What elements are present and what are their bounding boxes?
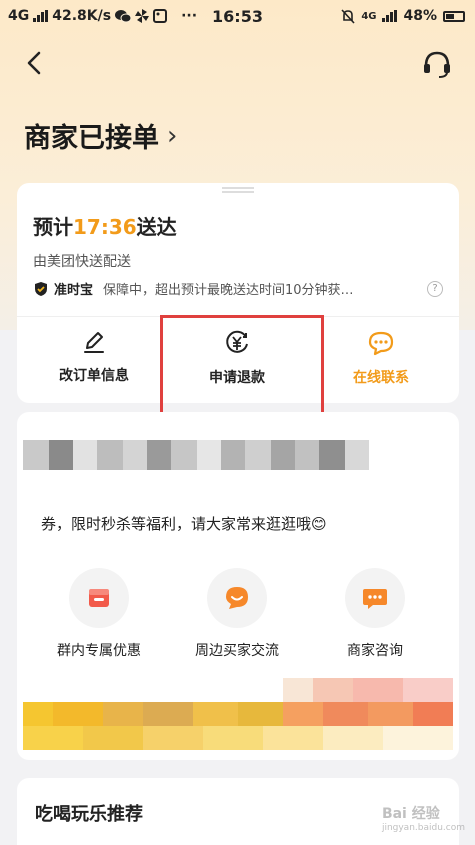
eta-text: 预计17:36送达 — [33, 211, 177, 240]
notice-mask — [41, 498, 341, 512]
online-contact-button[interactable]: 在线联系 — [311, 329, 451, 387]
signal-icon-right — [382, 10, 398, 22]
watermark-text: Bai 经验 — [381, 806, 440, 822]
mute-bell-icon — [341, 8, 355, 24]
blurred-banner — [23, 678, 453, 750]
shield-check-icon — [35, 281, 47, 296]
carrier-text: 由美团快送配送 — [33, 254, 131, 270]
back-arrow-icon[interactable] — [22, 50, 48, 76]
battery-icon — [443, 10, 465, 22]
message-dots-icon — [363, 589, 387, 609]
group-coupon-button[interactable]: 群内专属优惠 — [29, 568, 169, 660]
watermark-logo: Bai 经验 jingyan.baidu.com — [382, 803, 465, 833]
notice-text: 券，限时秒杀等福利，请大家常来逛逛哦😊 — [41, 515, 327, 533]
group-coupon-label: 群内专属优惠 — [57, 643, 141, 659]
coupon-circle — [69, 568, 129, 628]
status-right: 4G 48% — [341, 8, 465, 24]
eta-prefix: 预计 — [33, 215, 73, 239]
guarantee-description: 保障中，超出预计最晚送达时间10分钟获… — [103, 283, 354, 298]
guarantee-brand: 准时宝 — [54, 283, 94, 298]
network-type-right: 4G — [361, 10, 377, 22]
recommend-title: 吃喝玩乐推荐 — [35, 804, 143, 825]
watermark-subtext: jingyan.baidu.com — [381, 823, 465, 833]
edit-order-label: 改订单信息 — [59, 368, 129, 384]
merchant-group-card: 每天会在群内每日发放优惠 券，限时秒杀等福利，请大家常来逛逛哦😊 群内专属优惠 … — [17, 412, 459, 760]
buyer-chat-circle — [207, 568, 267, 628]
battery-percent: 48% — [403, 8, 437, 24]
on-time-guarantee[interactable]: 准时宝 保障中，超出预计最晚送达时间10分钟获… ? — [33, 279, 443, 298]
eta-suffix: 送达 — [136, 215, 177, 239]
smile-chat-icon — [226, 587, 248, 609]
pencil-icon — [84, 332, 104, 353]
order-status-title[interactable]: 商家已接单 › — [24, 116, 177, 155]
merchant-consult-label: 商家咨询 — [347, 643, 403, 659]
buyer-chat-button[interactable]: 周边买家交流 — [167, 568, 307, 660]
help-icon[interactable]: ? — [427, 280, 443, 297]
group-notice-text: 每天会在群内每日发放优惠 券，限时秒杀等福利，请大家常来逛逛哦😊 — [41, 498, 441, 537]
chevron-right-icon: › — [167, 120, 178, 151]
edit-order-button[interactable]: 改订单信息 — [24, 329, 164, 385]
buyer-chat-label: 周边买家交流 — [195, 643, 279, 659]
coupon-icon — [89, 589, 109, 607]
merchant-consult-button[interactable]: 商家咨询 — [305, 568, 445, 660]
merchant-consult-circle — [345, 568, 405, 628]
customer-service-headset-icon[interactable] — [421, 48, 453, 80]
blurred-group-name — [23, 440, 373, 470]
eta-time: 17:36 — [73, 215, 137, 239]
order-status-text: 商家已接单 — [24, 123, 159, 154]
drag-handle[interactable] — [222, 187, 254, 193]
status-bar: 4G 42.8K/s ··· 16:53 4G 48% — [0, 0, 475, 34]
online-contact-label: 在线联系 — [353, 370, 409, 386]
chat-bubble-icon — [368, 331, 394, 356]
